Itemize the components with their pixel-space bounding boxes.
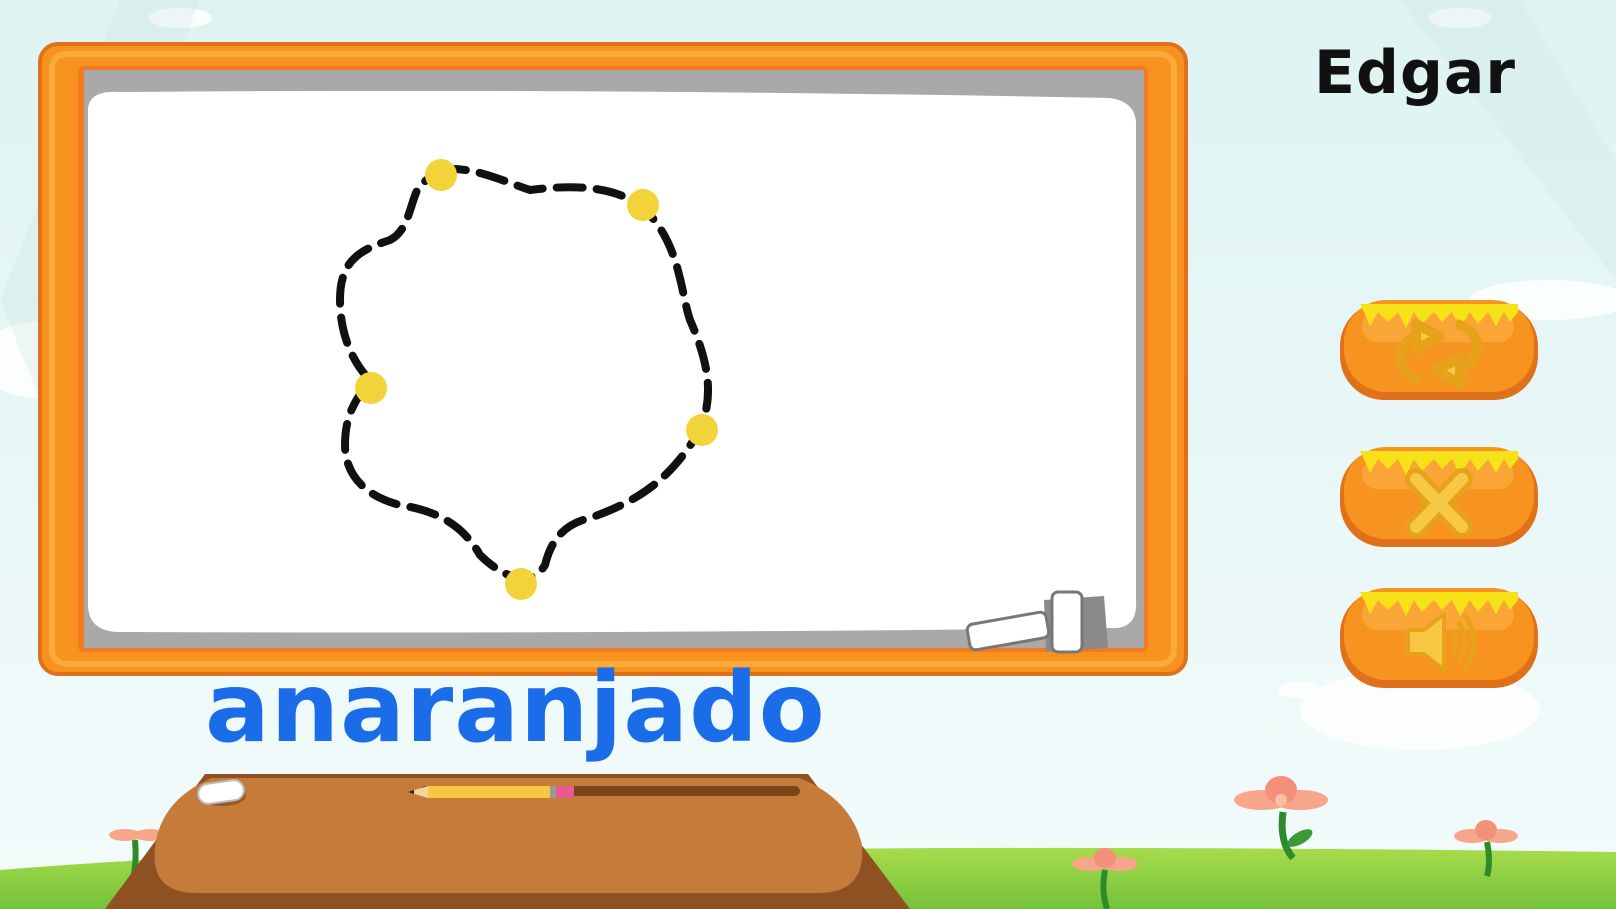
redo-button[interactable] <box>1336 296 1542 404</box>
player-name: Edgar <box>1314 38 1516 108</box>
sound-button[interactable] <box>1336 584 1542 692</box>
clear-button[interactable] <box>1336 443 1542 551</box>
word-label: anaranjado <box>205 652 826 764</box>
